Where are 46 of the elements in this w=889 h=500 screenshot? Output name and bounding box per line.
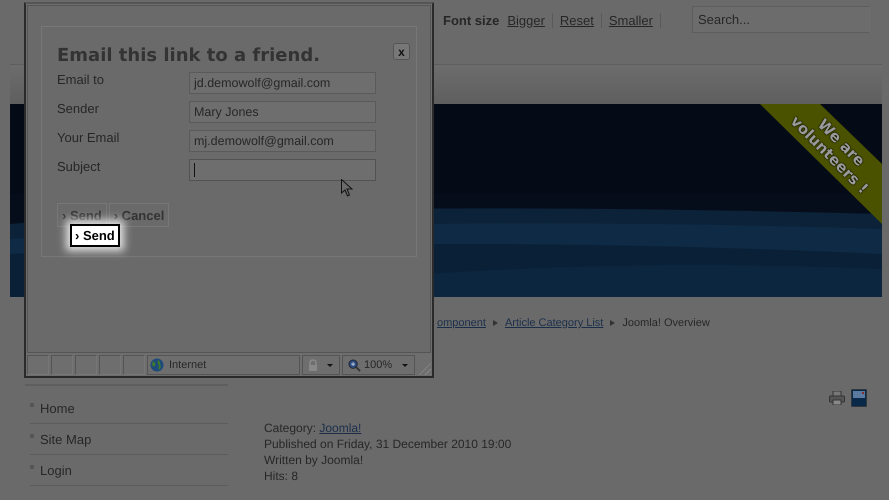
field-label: Sender xyxy=(57,101,100,118)
resize-grip-icon[interactable] xyxy=(417,361,431,375)
field-label: Subject xyxy=(57,159,102,176)
zoom-icon[interactable] xyxy=(348,358,361,372)
triangle-icon xyxy=(610,320,616,326)
article-info: Published on Friday, 31 December 2010 19:00 xyxy=(264,436,512,452)
status-panel xyxy=(75,355,97,375)
input-field[interactable]: Mary Jones xyxy=(189,101,376,123)
category-link[interactable]: Joomla! xyxy=(319,421,362,435)
breadcrumb-current: Joomla! Overview xyxy=(622,317,710,329)
field-label: Email to xyxy=(57,72,105,89)
article-info: Hits: 8 xyxy=(264,468,300,484)
caret-icon[interactable] xyxy=(402,364,408,366)
category-line: Category: Joomla! xyxy=(264,420,362,436)
font-size-link[interactable]: Bigger xyxy=(507,13,553,28)
mouse-pointer-icon xyxy=(341,179,353,197)
globe-icon xyxy=(150,358,164,372)
input-field[interactable]: jd.demowolf@gmail.com xyxy=(189,72,376,94)
font-size-link[interactable]: Smaller xyxy=(608,13,661,28)
status-panel xyxy=(123,355,145,375)
font-size-label: Font size xyxy=(443,13,500,28)
close-button[interactable]: x xyxy=(393,43,410,60)
status-panel xyxy=(27,355,49,375)
field-label: Your Email xyxy=(57,130,120,147)
send-callout[interactable]: › Send xyxy=(70,224,120,247)
zoom-level[interactable]: 100% xyxy=(364,359,392,371)
breadcrumb-link[interactable]: Article Category List xyxy=(504,317,604,329)
sidebar-item[interactable]: Site Map xyxy=(30,424,228,455)
dialog-title: Email this link to a friend. xyxy=(57,45,320,66)
article-info: Written by Joomla! xyxy=(264,452,364,468)
input-field[interactable]: mj.demowolf@gmail.com xyxy=(189,130,376,152)
triangle-icon xyxy=(492,320,498,326)
printer-icon[interactable] xyxy=(829,391,845,405)
status-panel xyxy=(99,355,121,375)
sidebar-item[interactable]: Home xyxy=(30,393,228,424)
font-size-link[interactable]: Reset xyxy=(560,13,602,28)
sidebar-item[interactable]: Login xyxy=(30,455,228,486)
dialog-button[interactable]: › Cancel xyxy=(108,203,170,227)
caret-icon[interactable] xyxy=(327,364,333,366)
breadcrumb-link[interactable]: omponent xyxy=(437,317,486,329)
text-cursor xyxy=(194,163,195,177)
zone-label: Internet xyxy=(169,359,206,371)
status-panel xyxy=(51,355,73,375)
email-icon[interactable] xyxy=(851,389,867,407)
search-field[interactable]: Search... xyxy=(692,6,870,33)
input-field[interactable] xyxy=(189,159,376,181)
